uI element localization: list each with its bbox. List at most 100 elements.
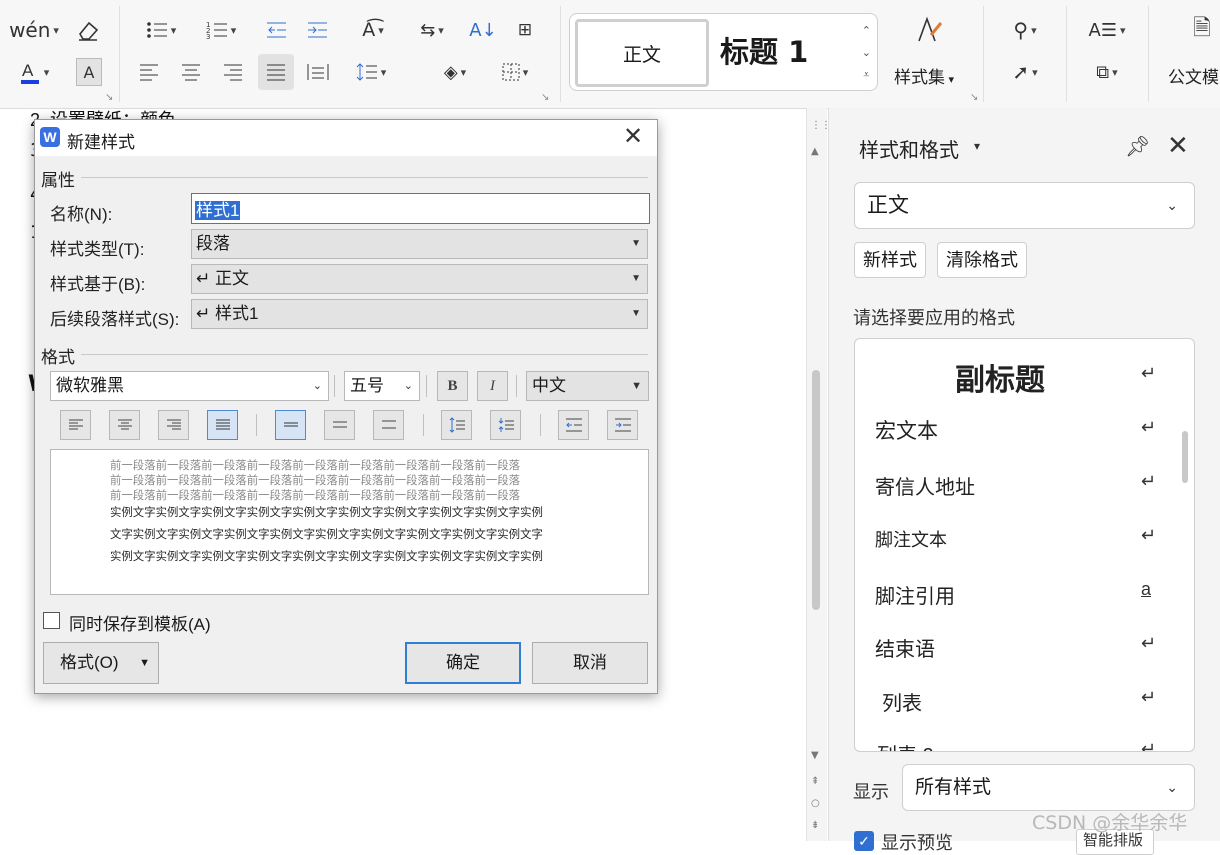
double-spacing-button[interactable] (373, 410, 404, 440)
next-page-icon[interactable]: ⇟ (811, 820, 819, 831)
next-style-select[interactable]: ↵ 样式1 ▼ (191, 299, 648, 329)
based-on-select[interactable]: ↵ 正文 ▼ (191, 264, 648, 294)
align-right-button[interactable] (218, 56, 248, 88)
single-spacing-button[interactable] (275, 410, 306, 440)
gallery-scroll[interactable]: ⌃ ⌄ ⩡ (862, 20, 871, 86)
bold-button[interactable]: B (437, 371, 468, 401)
align-center-icon (117, 419, 132, 430)
align-left-button[interactable] (60, 410, 91, 440)
official-doc-button[interactable]: 🗎 (1186, 14, 1218, 46)
list-item[interactable]: 副标题 (955, 355, 1045, 399)
new-style-button[interactable]: 新样式 (854, 242, 926, 278)
list-item[interactable]: 列表 (882, 687, 922, 716)
text-layout-button[interactable]: A☰ ▾ (1082, 14, 1132, 46)
clear-format-button[interactable] (72, 14, 104, 46)
decrease-indent-button[interactable] (262, 14, 290, 46)
sort-button[interactable]: A↓ (468, 14, 498, 46)
format-menu-button[interactable]: 格式(O) ▼ (43, 642, 159, 684)
font-select[interactable]: 微软雅黑 ⌄ (50, 371, 329, 401)
launcher-icon[interactable]: ↘ (970, 92, 978, 103)
justify-button[interactable] (207, 410, 238, 440)
previous-page-icon[interactable]: ⇞ (811, 776, 819, 787)
style-name-input[interactable]: 样式1 (191, 193, 650, 224)
style-set-button[interactable] (912, 14, 946, 46)
pin-icon[interactable]: 📌︎ (1125, 134, 1150, 159)
list-scrollbar-thumb[interactable] (1182, 431, 1188, 483)
sort-icon: A↓ (469, 19, 497, 41)
current-style-select[interactable]: 正文 ⌄ (854, 182, 1195, 229)
show-preview-checkbox[interactable]: ✓ (854, 831, 874, 851)
list-item[interactable]: 寄信人地址 (875, 471, 975, 500)
chevron-up-icon[interactable]: ⌃ (862, 20, 871, 42)
borders-button[interactable]: ▾ (492, 56, 538, 88)
select-button[interactable]: ➚ ▾ (1000, 56, 1050, 88)
size-select[interactable]: 五号 ⌄ (344, 371, 420, 401)
align-center-button[interactable] (109, 410, 140, 440)
clear-format-button[interactable]: 清除格式 (937, 242, 1027, 278)
italic-button[interactable]: I (477, 371, 508, 401)
official-doc-label[interactable]: 公文模 (1168, 63, 1219, 88)
align-right-button[interactable] (158, 410, 189, 440)
show-marks-button[interactable]: ⊞ (510, 14, 540, 46)
list-item[interactable]: 脚注引用 (875, 580, 955, 609)
text-direction-button[interactable]: A͡ ▾ (350, 14, 396, 46)
paragraph-mark-icon: ↵ (1141, 633, 1157, 653)
one-half-spacing-button[interactable] (324, 410, 355, 440)
preview-previous-paragraph: 前一段落前一段落前一段落前一段落前一段落前一段落前一段落前一段落前一段落 (110, 490, 521, 502)
chevron-down-icon[interactable]: ⌄ (862, 42, 871, 64)
distribute-button[interactable] (303, 56, 333, 88)
panel-title[interactable]: 样式和格式 (859, 134, 959, 163)
text-flow-button[interactable]: ⇆ ▾ (410, 14, 454, 46)
arrange-button[interactable]: ⧉ ▾ (1082, 56, 1132, 88)
based-on-value: ↵ 正文 (196, 269, 249, 288)
gallery-heading-style[interactable]: 标题 1 (720, 29, 808, 71)
justify-button[interactable] (258, 54, 294, 90)
show-filter-select[interactable]: 所有样式 ⌄ (902, 764, 1195, 811)
gallery-more-icon[interactable]: ⩡ (862, 64, 871, 86)
list-item[interactable]: 宏文本 (875, 415, 938, 445)
char-shading-button[interactable]: A (76, 58, 102, 86)
save-to-template-checkbox[interactable] (43, 612, 60, 629)
scroll-down-icon[interactable]: ▼ (811, 750, 819, 761)
scrollbar-thumb[interactable] (812, 370, 820, 610)
line-spacing-button[interactable]: ▾ (348, 56, 394, 88)
style-type-select[interactable]: 段落 ▼ (191, 229, 648, 259)
chevron-down-icon[interactable]: ▾ (974, 139, 980, 153)
numbering-button[interactable]: 1 2 3 ▾ (198, 14, 244, 46)
decrease-spacing-button[interactable] (490, 410, 521, 440)
text-direction-icon: A͡ (362, 19, 376, 41)
close-icon[interactable]: ✕ (620, 124, 646, 150)
align-left-button[interactable] (134, 56, 164, 88)
browse-object-icon[interactable]: ○ (811, 798, 820, 809)
cancel-button[interactable]: 取消 (532, 642, 648, 684)
save-to-template-label[interactable]: 同时保存到模板(A) (69, 610, 211, 635)
dropdown-arrow-icon: ▼ (631, 273, 641, 284)
increase-indent-button[interactable] (303, 14, 331, 46)
find-button[interactable]: ⚲ ▾ (1000, 14, 1050, 46)
list-item[interactable]: 结束语 (875, 633, 935, 662)
shading-button[interactable]: ◈ ▾ (432, 56, 478, 88)
line-spacing-icon (356, 63, 377, 81)
close-icon[interactable]: ✕ (1167, 130, 1189, 161)
ok-button[interactable]: 确定 (405, 642, 521, 684)
bullets-button[interactable]: ▾ (138, 14, 184, 46)
launcher-icon[interactable]: ↘ (541, 92, 549, 103)
align-center-button[interactable] (176, 56, 206, 88)
list-item[interactable]: 脚注文本 (875, 526, 947, 552)
justify-icon (267, 64, 285, 81)
dialog-title: 新建样式 (67, 133, 135, 152)
show-preview-label[interactable]: 显示预览 (881, 829, 953, 855)
gallery-normal-style[interactable]: 正文 (575, 19, 709, 87)
scroll-up-icon[interactable]: ▲ (811, 146, 819, 157)
list-item[interactable]: 列表 2 (877, 739, 934, 751)
decrease-indent-button[interactable] (558, 410, 589, 440)
increase-spacing-button[interactable] (441, 410, 472, 440)
style-set-label[interactable]: 样式集 ▾ (894, 63, 954, 88)
phonetic-guide-button[interactable]: wén ▾ (9, 14, 59, 46)
font-color-button[interactable]: A ▾ (12, 56, 56, 88)
script-select[interactable]: 中文 ▼ (526, 371, 649, 401)
launcher-icon[interactable]: ↘ (105, 92, 113, 103)
increase-indent-button[interactable] (607, 410, 638, 440)
watermark: CSDN @余华余华 (1032, 812, 1188, 834)
paragraph-mark-icon: ↵ (1141, 417, 1157, 437)
